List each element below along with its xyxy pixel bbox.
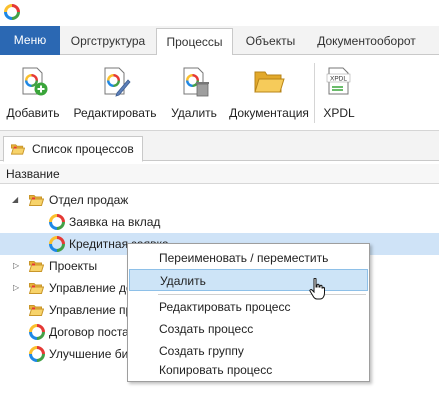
- expand-arrow-icon[interactable]: ▷: [13, 261, 22, 270]
- add-label: Добавить: [6, 106, 60, 120]
- menu-item-label: Копировать процесс: [159, 363, 273, 377]
- tree-row-label: Отдел продаж: [49, 193, 129, 207]
- tree-row-sales-dept[interactable]: ◢ Отдел продаж: [0, 189, 439, 211]
- menu-item-label: Создать группу: [159, 344, 244, 358]
- process-icon: [29, 346, 45, 362]
- tree-row-deposit-request[interactable]: Заявка на вклад: [0, 211, 439, 233]
- xpdl-button[interactable]: XPDL XPDL: [318, 59, 360, 123]
- folder-open-icon: [29, 282, 44, 294]
- process-icon: [49, 236, 65, 252]
- ribbon-separator: [314, 63, 315, 123]
- add-button[interactable]: Добавить: [4, 59, 62, 123]
- context-menu: Переименовать / переместить Удалить Реда…: [127, 243, 370, 382]
- delete-label: Удалить: [171, 106, 217, 120]
- tab-orgstructure[interactable]: Оргструктура: [60, 28, 156, 55]
- menu-item-delete[interactable]: Удалить: [129, 269, 368, 291]
- folder-open-icon: [29, 260, 44, 272]
- process-list-tab-label: Список процессов: [32, 142, 134, 156]
- app-logo-icon: [4, 4, 20, 20]
- edit-button[interactable]: Редактировать: [68, 59, 162, 123]
- menu-item-rename-move[interactable]: Переименовать / переместить: [129, 247, 368, 269]
- xpdl-label: XPDL: [323, 106, 355, 120]
- ribbon-toolbar: Добавить Редактировать Удалить Документа…: [0, 55, 439, 131]
- edit-process-icon: [104, 67, 131, 97]
- xpdl-icon: XPDL: [326, 67, 351, 95]
- main-menu-bar: Меню Оргструктура Процессы Объекты Докум…: [0, 26, 439, 56]
- menu-item-label: Переименовать / переместить: [159, 251, 329, 265]
- add-process-icon: [22, 67, 48, 96]
- folder-open-icon: [29, 304, 44, 316]
- menu-item-label: Редактировать процесс: [159, 300, 291, 314]
- xpdl-icon-text: XPDL: [330, 76, 347, 83]
- column-header-name[interactable]: Название: [0, 164, 439, 184]
- tree-row-label: Договор поста: [49, 325, 129, 339]
- documentation-label: Документация: [229, 106, 309, 120]
- expand-arrow-icon[interactable]: ▷: [13, 283, 22, 292]
- menu-separator: [158, 294, 366, 295]
- tab-document-flow[interactable]: Документооборот: [308, 28, 425, 55]
- folder-open-icon: [29, 194, 44, 206]
- title-bar: [0, 0, 439, 26]
- folder-docs-icon: [254, 71, 285, 93]
- name-header-label: Название: [6, 167, 60, 181]
- menu-button[interactable]: Меню: [0, 26, 60, 55]
- tree-row-label: Управление до: [49, 281, 133, 295]
- delete-button[interactable]: Удалить: [168, 59, 220, 123]
- document-tabs: Список процессов: [0, 131, 439, 162]
- edit-label: Редактировать: [73, 106, 157, 120]
- collapse-arrow-icon[interactable]: ◢: [12, 195, 21, 204]
- folder-open-icon: [11, 143, 25, 155]
- menu-item-label: Создать процесс: [159, 322, 254, 336]
- menu-item-edit-process[interactable]: Редактировать процесс: [129, 296, 368, 318]
- tree-row-label: Проекты: [49, 259, 98, 273]
- tree-row-label: Заявка на вклад: [69, 215, 161, 229]
- tree-row-label: Улучшение би: [49, 347, 129, 361]
- mouse-cursor-icon: [309, 278, 325, 300]
- tab-process-list[interactable]: Список процессов: [3, 136, 143, 162]
- tab-processes[interactable]: Процессы: [156, 28, 233, 56]
- tree-row-label: Управление пр: [49, 303, 133, 317]
- menu-item-create-process[interactable]: Создать процесс: [129, 318, 368, 340]
- documentation-button[interactable]: Документация: [226, 59, 312, 123]
- tab-objects[interactable]: Объекты: [233, 28, 308, 55]
- menu-item-copy-process[interactable]: Копировать процесс: [129, 359, 368, 381]
- process-icon: [49, 214, 65, 230]
- menu-item-label: Удалить: [160, 274, 206, 288]
- process-icon: [29, 324, 45, 340]
- delete-process-icon: [183, 67, 209, 97]
